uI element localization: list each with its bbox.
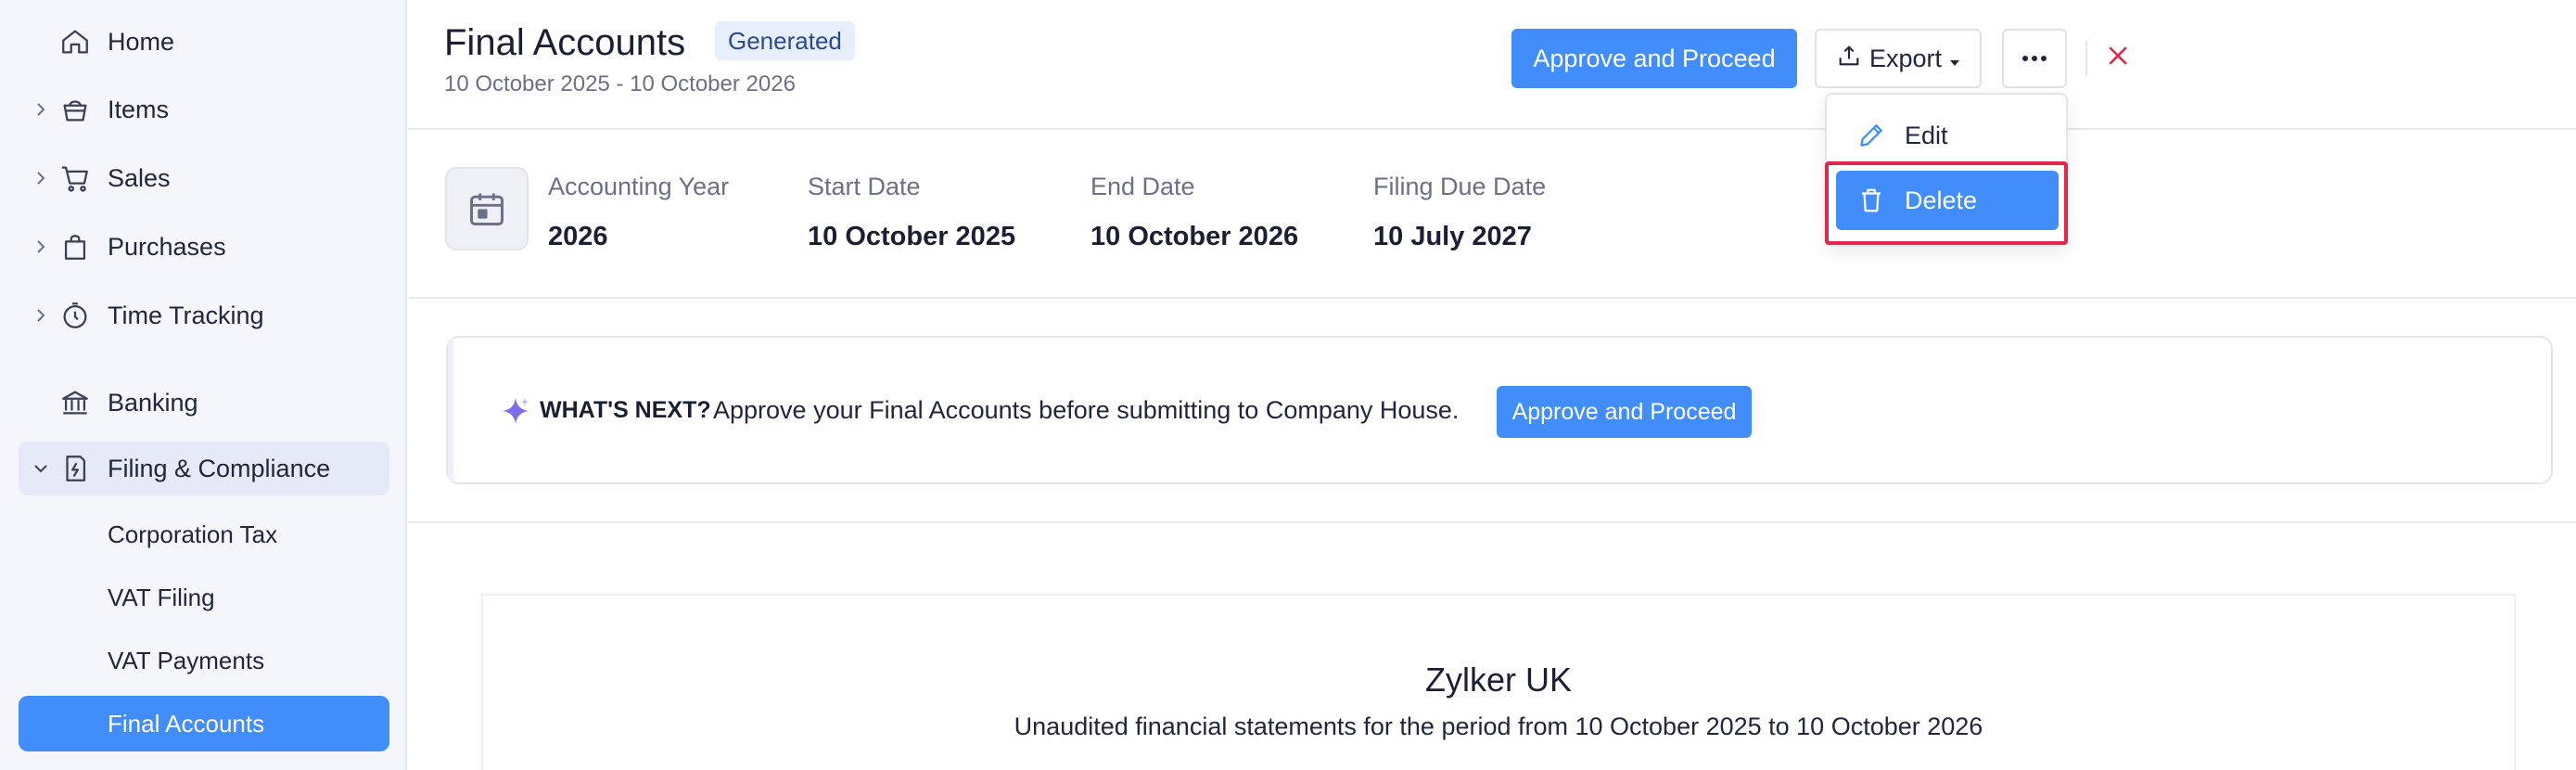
- end-date-value: 10 October 2026: [1090, 222, 1299, 251]
- page-header: Final Accounts Generated 10 October 2025…: [409, 0, 2576, 130]
- cart-icon: [57, 160, 93, 196]
- sidebar-item-label: Corporation Tax: [108, 520, 278, 548]
- sidebar-item-label: Banking: [108, 388, 198, 417]
- sidebar-item-filing-compliance[interactable]: Filing & Compliance: [19, 442, 389, 495]
- whats-next-title: WHAT'S NEXT?: [540, 397, 711, 423]
- sidebar-item-time-tracking[interactable]: Time Tracking: [19, 289, 389, 342]
- caret-down-icon: [1949, 45, 1960, 73]
- bag-icon: [57, 229, 93, 264]
- sidebar-subitem-vat-filing[interactable]: VAT Filing: [19, 570, 389, 625]
- pencil-icon: [1855, 119, 1888, 152]
- chevron-right-icon: [32, 169, 50, 187]
- home-icon: [57, 24, 93, 59]
- calendar-icon: [445, 167, 529, 250]
- chevron-right-icon: [32, 306, 50, 325]
- sidebar-item-label: Final Accounts: [108, 710, 265, 738]
- start-date-value: 10 October 2025: [808, 222, 1016, 251]
- export-label: Export: [1868, 44, 1943, 72]
- start-date: Start Date 10 October 2025: [808, 173, 1015, 252]
- accounting-year: Accounting Year 2026: [548, 173, 729, 252]
- menu-item-label: Delete: [1905, 186, 1978, 214]
- more-options-button[interactable]: [2002, 29, 2067, 88]
- accounting-year-value: 2026: [548, 222, 608, 251]
- menu-item-delete[interactable]: Delete: [1836, 171, 2059, 230]
- bank-icon: [57, 385, 93, 420]
- page-title: Final Accounts: [444, 22, 686, 63]
- section-divider: [409, 521, 2576, 523]
- sidebar: Home Items Sales Purchases Time Tracking…: [0, 0, 407, 770]
- header-divider: [2085, 41, 2087, 76]
- sidebar-item-label: Sales: [108, 163, 171, 192]
- filing-due-date: Filing Due Date 10 July 2027: [1373, 173, 1546, 252]
- card-approve-and-proceed-button[interactable]: Approve and Proceed: [1497, 386, 1752, 438]
- sidebar-item-label: Filing & Compliance: [108, 454, 331, 482]
- chevron-down-icon: [32, 459, 50, 478]
- sidebar-item-label: Purchases: [108, 232, 226, 261]
- start-date-label: Start Date: [808, 173, 921, 200]
- ellipsis-icon: [2021, 50, 2048, 67]
- status-badge: Generated: [715, 21, 855, 60]
- sparkle-icon: [500, 395, 531, 427]
- sidebar-item-label: VAT Filing: [108, 584, 215, 611]
- accounting-info: Accounting Year 2026 Start Date 10 Octob…: [409, 132, 2576, 299]
- report-company-name: Zylker UK: [1424, 661, 1572, 699]
- sidebar-item-label: Home: [108, 27, 175, 56]
- stopwatch-icon: [57, 298, 93, 333]
- trash-icon: [1855, 184, 1888, 217]
- whats-next-text: Approve your Final Accounts before submi…: [713, 396, 1460, 424]
- sidebar-item-label: VAT Payments: [108, 647, 265, 674]
- card-accent: [448, 338, 453, 482]
- filing-due-date-value: 10 July 2027: [1373, 222, 1532, 251]
- sidebar-subitem-final-accounts[interactable]: Final Accounts: [19, 696, 389, 751]
- sidebar-subitem-corporation-tax[interactable]: Corporation Tax: [19, 507, 389, 562]
- chevron-right-icon: [32, 237, 50, 256]
- basket-icon: [57, 92, 93, 127]
- sidebar-item-items[interactable]: Items: [19, 83, 389, 136]
- sidebar-item-sales[interactable]: Sales: [19, 151, 389, 205]
- period-range: 10 October 2025 - 10 October 2026: [444, 71, 796, 96]
- report-subtitle: Unaudited financial statements for the p…: [1014, 712, 1983, 740]
- chevron-right-icon: [32, 100, 50, 119]
- sidebar-item-label: Time Tracking: [108, 301, 264, 329]
- export-button[interactable]: Export: [1815, 29, 1982, 88]
- report-preview: Zylker UK Unaudited financial statements…: [481, 594, 2516, 770]
- compliance-icon: [57, 451, 93, 486]
- sidebar-item-home[interactable]: Home: [19, 15, 389, 69]
- accounting-year-label: Accounting Year: [548, 173, 730, 200]
- menu-item-edit[interactable]: Edit: [1836, 106, 2059, 165]
- sidebar-item-purchases[interactable]: Purchases: [19, 220, 389, 274]
- sidebar-subitem-vat-payments[interactable]: VAT Payments: [19, 633, 389, 688]
- filing-due-date-label: Filing Due Date: [1373, 173, 1547, 200]
- end-date-label: End Date: [1090, 173, 1195, 200]
- upload-icon: [1836, 43, 1862, 75]
- sidebar-item-banking[interactable]: Banking: [19, 376, 389, 430]
- more-options-menu: Edit Delete: [1825, 93, 2068, 247]
- whats-next-card: WHAT'S NEXT? Approve your Final Accounts…: [446, 336, 2553, 484]
- close-icon: [2107, 45, 2129, 71]
- approve-and-proceed-button[interactable]: Approve and Proceed: [1511, 29, 1797, 88]
- close-button[interactable]: [2098, 37, 2138, 78]
- menu-item-label: Edit: [1905, 121, 1948, 149]
- end-date: End Date 10 October 2026: [1090, 173, 1298, 252]
- sidebar-item-label: Items: [108, 95, 170, 123]
